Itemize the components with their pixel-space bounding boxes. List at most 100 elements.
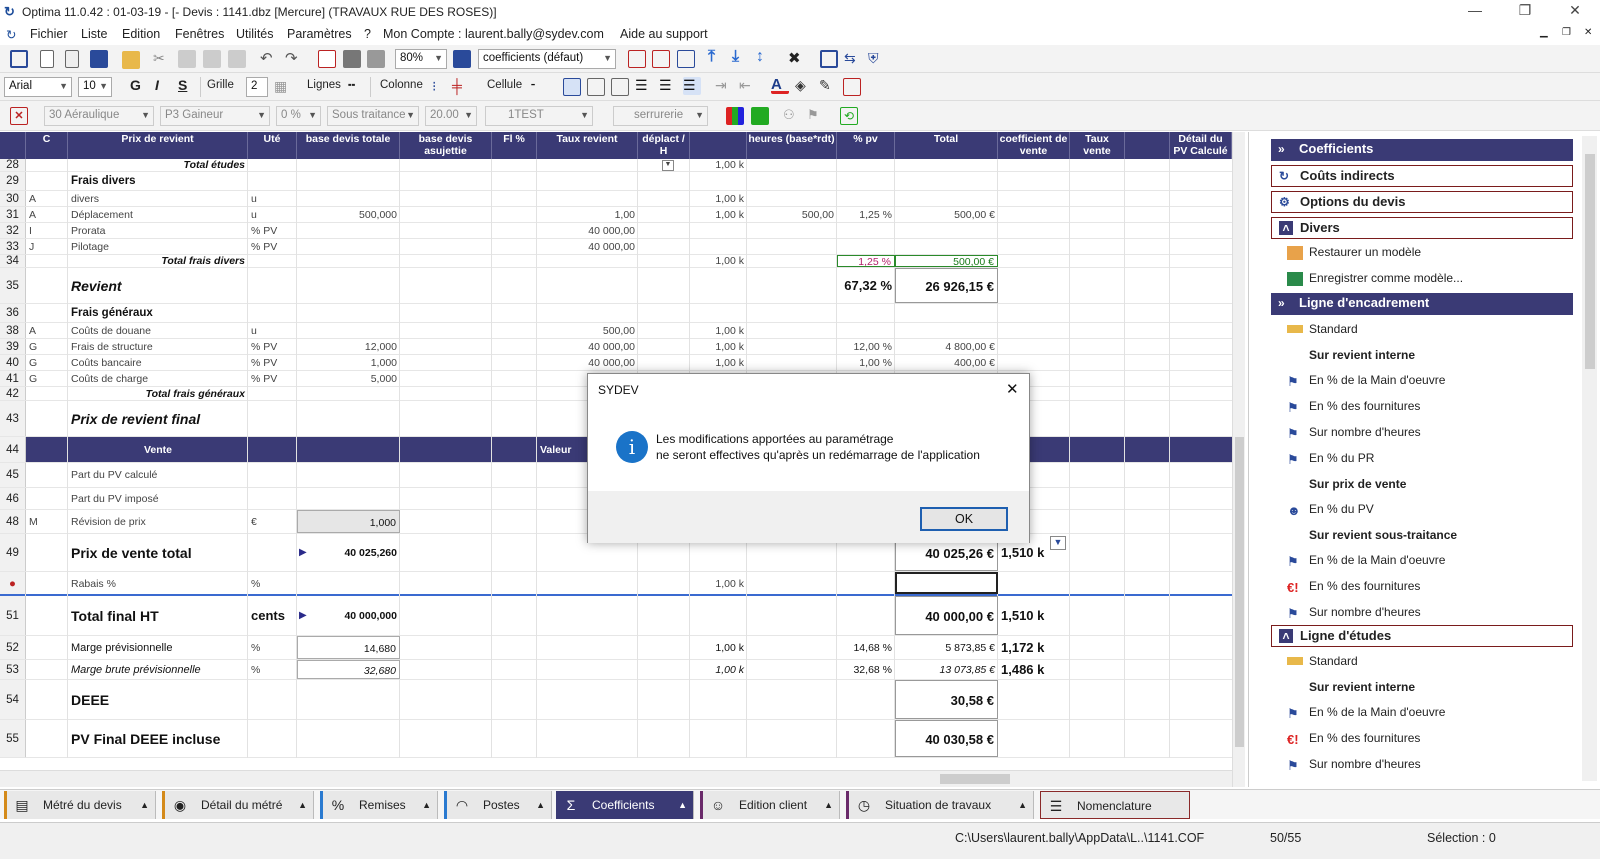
cell-h[interactable] (747, 223, 837, 238)
italic-button[interactable]: I (155, 77, 159, 93)
tab-remises[interactable]: % Remises ▲ (320, 791, 438, 819)
cell-taux[interactable] (537, 304, 638, 322)
zoom-select[interactable]: 80% ▼ (395, 49, 447, 69)
clear-format-icon[interactable] (843, 78, 861, 96)
table-row[interactable]: 38 A Coûts de douane u 500,00 1,00 k (0, 323, 1245, 339)
chevron-down-icon[interactable]: ▼ (662, 160, 674, 171)
cell-total[interactable]: 13 073,85 € (895, 660, 998, 679)
cell-h[interactable] (747, 660, 837, 679)
menu-account[interactable]: Mon Compte : laurent.bally@sydev.com (383, 27, 604, 41)
cell-taux[interactable] (537, 159, 638, 171)
table-row[interactable]: 39 G Frais de structure% PV 12,000 40 000,00… (0, 339, 1245, 355)
font-select[interactable]: Arial ▼ (4, 77, 72, 97)
column-header[interactable]: Prix de revient (68, 132, 248, 159)
cell-label[interactable]: Total études (68, 159, 248, 171)
table-row[interactable]: 28 Total études 1,00 k ▼ (0, 159, 1245, 172)
row-number[interactable]: 44 (0, 437, 26, 462)
cell-total[interactable]: 40 000,00 € (895, 596, 998, 635)
font-color-icon[interactable]: A (771, 76, 789, 94)
cell-k[interactable] (690, 680, 747, 719)
cell-label[interactable]: Total frais généraux (68, 387, 248, 400)
cell-total[interactable] (895, 323, 998, 338)
table-row[interactable]: 40 G Coûts bancaire% PV 1,000 40 000,00 1,00 … (0, 355, 1245, 371)
cell-label[interactable]: Coûts de douane (68, 323, 248, 338)
delete-icon[interactable]: ✕ (10, 107, 28, 125)
cell-base[interactable]: 32,680 (297, 660, 400, 679)
color-grid-icon[interactable] (726, 107, 744, 125)
row-number[interactable]: 34 (0, 255, 26, 267)
etudes-mo[interactable]: En % de la Main d'oeuvre (1309, 705, 1445, 719)
menu-edition[interactable]: Edition (122, 27, 160, 41)
table-row[interactable]: 29 Frais divers (0, 172, 1245, 191)
rate-select[interactable]: 20.00 ▼ (425, 106, 477, 126)
column-header[interactable] (690, 132, 747, 159)
undo-icon[interactable]: ↶ (260, 49, 278, 67)
encadrement-standard[interactable]: Standard (1309, 322, 1358, 336)
windows-icon[interactable] (10, 50, 28, 68)
column-header[interactable]: base devis asujettie (400, 132, 492, 159)
gaineur-select[interactable]: P3 Gaineur ▼ (160, 106, 270, 126)
refresh-icon[interactable]: ⟲ (840, 107, 858, 125)
row-number[interactable]: 52 (0, 636, 26, 659)
row-number[interactable]: 49 (0, 534, 26, 571)
cell-h[interactable] (747, 720, 837, 757)
cell-k[interactable] (690, 223, 747, 238)
encadrement-st-fournitures[interactable]: En % des fournitures (1309, 579, 1420, 593)
cell-c[interactable] (26, 660, 68, 679)
cell-c[interactable]: A (26, 207, 68, 222)
column-header[interactable]: C (26, 132, 68, 159)
mdi-restore-button[interactable]: ❐ (1562, 27, 1571, 38)
restore-button[interactable]: ❐ (1510, 2, 1540, 19)
cell-u[interactable] (248, 268, 297, 303)
cell-taux[interactable]: 500,00 (537, 323, 638, 338)
shield-icon[interactable]: ⛨ (868, 50, 886, 68)
column-header[interactable]: heures (base*rdt) (747, 132, 837, 159)
bold-button[interactable]: G (130, 77, 141, 93)
cell-h[interactable] (747, 355, 837, 370)
redo-icon[interactable]: ↷ (285, 49, 303, 67)
cell-base[interactable] (297, 191, 400, 206)
cell-h[interactable] (747, 304, 837, 322)
cell-label[interactable]: Part du PV imposé (68, 488, 248, 509)
table-row[interactable]: 55 PV Final DEEE incluse 40 030,58 € (0, 720, 1245, 758)
row-number[interactable]: 36 (0, 304, 26, 322)
menu-fenetres[interactable]: Fenêtres (175, 27, 224, 41)
copy-document-icon[interactable] (65, 50, 79, 68)
coefficients-select[interactable]: coefficients (défaut) ▼ (478, 49, 616, 69)
cell-base[interactable] (297, 159, 400, 171)
column-header[interactable]: Taux revient (537, 132, 638, 159)
cell-u[interactable]: € (248, 510, 297, 533)
cell-total[interactable]: 26 926,15 € (895, 268, 998, 303)
line-style-icon[interactable]: ╍ (348, 78, 366, 96)
cell-total[interactable] (895, 572, 998, 594)
cell-c[interactable] (26, 488, 68, 509)
row-number[interactable]: 32 (0, 223, 26, 238)
cell-base[interactable] (297, 304, 400, 322)
move-bottom-icon[interactable]: ⤓ (732, 48, 750, 66)
paste-icon[interactable] (178, 50, 196, 68)
cell-c[interactable] (26, 437, 68, 462)
tools-icon[interactable]: ✖ (788, 49, 806, 67)
table-row[interactable]: ● Rabais %% 1,00 k (0, 572, 1245, 596)
new-document-icon[interactable] (40, 50, 54, 68)
cell-k[interactable] (690, 172, 747, 190)
test-select[interactable]: 1TEST ▼ (485, 106, 593, 126)
row-number[interactable]: 38 (0, 323, 26, 338)
cell-c[interactable] (26, 172, 68, 190)
cell-u[interactable]: u (248, 323, 297, 338)
column-icon[interactable]: ⁝ (432, 78, 450, 96)
cell-base[interactable] (297, 572, 400, 594)
app-menu-icon[interactable]: ↻ (6, 27, 16, 42)
cell-taux[interactable] (537, 268, 638, 303)
aeraulique-select[interactable]: 30 Aéraulique ▼ (44, 106, 154, 126)
encadrement-st-mo[interactable]: En % de la Main d'oeuvre (1309, 553, 1445, 567)
enregistrer-modele-link[interactable]: Enregistrer comme modèle... (1309, 271, 1463, 285)
strike-button[interactable]: S (178, 77, 187, 93)
cell-pv[interactable]: 1,25 % (837, 207, 895, 222)
row-number[interactable]: 33 (0, 239, 26, 254)
cell-base[interactable] (297, 323, 400, 338)
stamp-icon[interactable] (228, 50, 246, 68)
cell-base[interactable]: 5,000 (297, 371, 400, 386)
table-row[interactable]: 35 Revient 67,32 % 26 926,15 € (0, 268, 1245, 304)
cell-base[interactable]: 14,680 (297, 636, 400, 659)
